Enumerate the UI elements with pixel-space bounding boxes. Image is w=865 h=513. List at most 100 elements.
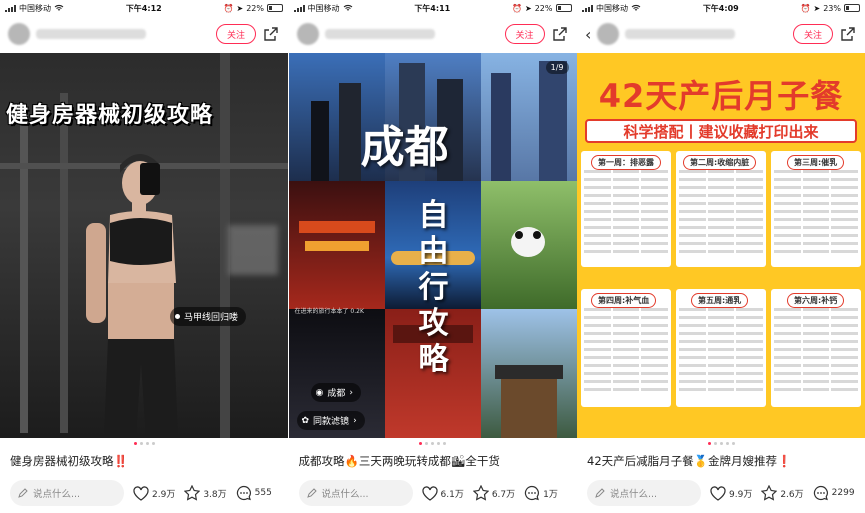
- collect-button[interactable]: 6.7万: [472, 485, 516, 501]
- battery-percent: 23%: [823, 3, 841, 13]
- battery-icon: [555, 4, 572, 12]
- filter-chip[interactable]: ✿ 同款滤镜 ›: [296, 411, 365, 430]
- comment-button[interactable]: 2299: [813, 485, 855, 501]
- battery-fill: [557, 6, 561, 10]
- pencil-icon: [595, 488, 605, 498]
- battery-fill: [846, 6, 849, 10]
- tag-dot: [175, 314, 180, 319]
- share-icon[interactable]: [262, 25, 280, 43]
- like-button[interactable]: 2.9万: [133, 485, 175, 501]
- avatar[interactable]: [8, 23, 30, 45]
- comment-placeholder: 说点什么...: [610, 489, 658, 500]
- carrier-label: 中国移动: [19, 3, 51, 13]
- post-panel-chengdu: 中国移动 下午4:11 ⏰ ➤ 22% 关注 1/9 成都 自由行攻略 在进来的…: [288, 0, 577, 513]
- comment-count: 555: [254, 488, 272, 498]
- collect-count: 6.7万: [491, 489, 516, 500]
- avatar[interactable]: [296, 23, 319, 45]
- star-icon: [472, 485, 489, 501]
- week-label: 第四周:补气血: [591, 293, 657, 308]
- battery-icon: [267, 4, 283, 12]
- week-label: 第五周:通乳: [691, 293, 749, 308]
- carrier: 中国移动: [293, 3, 353, 14]
- page-dots: [0, 442, 288, 445]
- post-image[interactable]: 健身房器械初级攻略 马甲线回归喽: [0, 53, 288, 438]
- follow-button[interactable]: 关注: [504, 24, 545, 44]
- comment-placeholder: 说点什么...: [321, 489, 369, 500]
- comment-button[interactable]: 555: [236, 485, 272, 501]
- big-title: 成都: [360, 122, 449, 173]
- author-name-blurred[interactable]: [625, 29, 736, 39]
- photo-temple-night: [288, 181, 385, 309]
- small-overlay-text: 在进来的旅行本本了 0.2K: [294, 308, 364, 315]
- engagement-bar: 说点什么... 2.9万 3.8万 555: [10, 480, 282, 506]
- comment-input[interactable]: 说点什么...: [10, 480, 124, 506]
- poster-title: 42天产后月子餐: [598, 77, 844, 115]
- comment-count: 2299: [831, 488, 855, 498]
- battery-percent: 22%: [534, 3, 553, 13]
- photo-pagoda: [480, 309, 577, 438]
- location-chip[interactable]: ◉ 成都 ›: [310, 383, 361, 402]
- battery-icon: [844, 4, 860, 12]
- post-image[interactable]: 42天产后月子餐 科学搭配丨建议收藏打印出来 第一周：排恶露 第二周:收缩内脏 …: [577, 53, 865, 438]
- collect-button[interactable]: 3.8万: [184, 485, 227, 501]
- battery-fill: [269, 6, 272, 10]
- image-tag-label: 马甲线回归喽: [184, 313, 239, 323]
- author-name-blurred[interactable]: [324, 29, 435, 39]
- alarm-icon: ⏰: [512, 3, 523, 13]
- avatar[interactable]: [597, 23, 620, 45]
- heart-icon: [133, 485, 149, 501]
- heart-icon: [421, 485, 438, 501]
- vertical-title: 自由行攻略: [418, 198, 449, 377]
- alarm-icon: ⏰: [800, 3, 811, 13]
- page-dots: [289, 442, 577, 445]
- status-time: 下午4:11: [414, 3, 451, 13]
- blurred-region: [228, 225, 278, 275]
- page-counter: 1/9: [545, 61, 569, 74]
- battery-percent: 22%: [246, 3, 264, 13]
- like-count: 6.1万: [440, 489, 464, 500]
- status-bar: 中国移动 下午4:11 ⏰ ➤ 22%: [289, 0, 577, 16]
- collect-count: 3.8万: [203, 489, 227, 500]
- engagement-bar: 说点什么... 9.9万 2.6万 2299: [587, 480, 859, 506]
- image-tag[interactable]: 马甲线回归喽: [170, 307, 247, 326]
- pencil-icon: [306, 488, 317, 498]
- carrier: 中国移动: [582, 3, 641, 14]
- signal-icon: [293, 4, 305, 12]
- comment-button[interactable]: 1万: [524, 485, 558, 501]
- location-icon: ➤: [236, 3, 244, 13]
- follow-button[interactable]: 关注: [793, 24, 833, 44]
- location-icon: ➤: [525, 3, 532, 13]
- share-icon[interactable]: [839, 25, 857, 43]
- map-pin-icon: ◉: [315, 387, 324, 398]
- star-icon: [761, 485, 778, 501]
- post-panel-confinement-meal: 中国移动 下午4:09 ⏰ ➤ 23% ‹ 关注 42天产后月子餐 科学搭配丨建…: [577, 0, 865, 513]
- collect-button[interactable]: 2.6万: [761, 485, 804, 501]
- photo-panda: [480, 181, 577, 309]
- follow-button[interactable]: 关注: [216, 24, 256, 44]
- signal-icon: [582, 4, 593, 12]
- week-label: 第一周：排恶露: [591, 155, 661, 170]
- comment-icon: [236, 485, 251, 501]
- wifi-icon: [54, 4, 64, 11]
- chevron-right-icon: ›: [349, 387, 353, 398]
- post-caption: 成都攻略🔥三天两晚玩转成都🏙全干货: [298, 454, 500, 468]
- post-header: 关注: [289, 16, 577, 52]
- post-image[interactable]: 1/9 成都 自由行攻略 在进来的旅行本本了 0.2K ◉ 成都 › ✿ 同款滤…: [288, 53, 577, 438]
- wifi-icon: [631, 4, 641, 11]
- comment-input[interactable]: 说点什么...: [587, 480, 701, 506]
- week-label: 第三周:催乳: [787, 155, 845, 170]
- comment-count: 1万: [543, 489, 558, 500]
- back-icon[interactable]: ‹: [585, 25, 591, 44]
- like-button[interactable]: 6.1万: [421, 485, 464, 501]
- share-icon[interactable]: [551, 25, 569, 43]
- comment-input[interactable]: 说点什么...: [298, 480, 413, 506]
- wifi-icon: [343, 4, 352, 11]
- author-name-blurred[interactable]: [36, 29, 146, 39]
- carrier-label: 中国移动: [307, 3, 340, 13]
- like-button[interactable]: 9.9万: [710, 485, 753, 501]
- post-header: ‹ 关注: [577, 16, 865, 52]
- overlay-title: 健身房器械初级攻略: [6, 103, 214, 128]
- page-dots: [577, 442, 865, 445]
- post-panel-gym: 中国移动 下午4:12 ⏰ ➤ 22% 关注 健身房器械初级攻略 马甲线回归喽 …: [0, 0, 288, 513]
- like-count: 9.9万: [729, 489, 753, 500]
